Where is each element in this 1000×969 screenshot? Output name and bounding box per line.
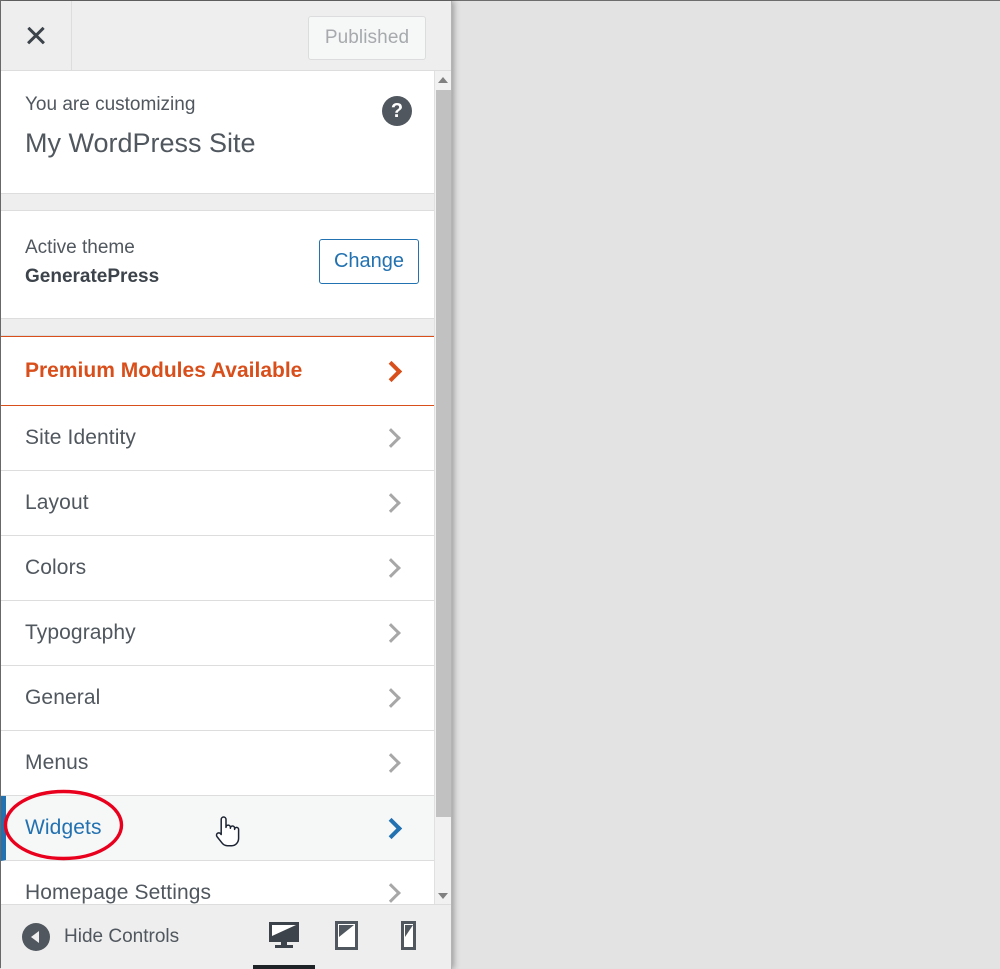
sidebar-item-general[interactable]: General bbox=[1, 666, 434, 731]
chevron-right-icon bbox=[380, 817, 402, 839]
sidebar-item-widgets[interactable]: Widgets bbox=[1, 796, 434, 861]
chevron-right-icon bbox=[380, 557, 402, 579]
mobile-icon bbox=[400, 920, 416, 950]
customizer-sections-scroll[interactable]: You are customizing My WordPress Site ? … bbox=[1, 71, 451, 904]
customizer-footer: Hide Controls bbox=[1, 904, 451, 969]
customizer-sections-list: You are customizing My WordPress Site ? … bbox=[1, 71, 434, 904]
collapse-arrow-icon bbox=[22, 923, 50, 951]
close-customizer-button[interactable] bbox=[1, 1, 72, 70]
sidebar-item-layout[interactable]: Layout bbox=[1, 471, 434, 536]
customizer-header: Published bbox=[1, 1, 451, 71]
customizing-eyebrow: You are customizing bbox=[25, 94, 196, 115]
sidebar-item-menus[interactable]: Menus bbox=[1, 731, 434, 796]
section-label: Layout bbox=[25, 491, 89, 514]
device-preview-switcher bbox=[253, 905, 439, 969]
publish-button[interactable]: Published bbox=[308, 16, 426, 60]
promo-divider-strip bbox=[1, 319, 434, 336]
device-preview-mobile[interactable] bbox=[377, 905, 439, 969]
site-preview-area[interactable] bbox=[452, 1, 1000, 968]
help-icon[interactable]: ? bbox=[382, 96, 412, 126]
close-icon bbox=[25, 25, 47, 47]
device-preview-tablet[interactable] bbox=[315, 905, 377, 969]
scroll-down-arrow-icon[interactable] bbox=[435, 887, 451, 904]
premium-modules-label: Premium Modules Available bbox=[25, 359, 303, 382]
device-preview-desktop[interactable] bbox=[253, 905, 315, 969]
sidebar-scrollbar[interactable] bbox=[434, 71, 451, 904]
scrollbar-thumb[interactable] bbox=[436, 90, 451, 817]
chevron-right-icon bbox=[380, 752, 402, 774]
chevron-right-icon bbox=[380, 427, 402, 449]
section-label: Colors bbox=[25, 556, 87, 579]
section-label: General bbox=[25, 686, 101, 709]
sidebar-item-typography[interactable]: Typography bbox=[1, 601, 434, 666]
sidebar-item-premium-modules[interactable]: Premium Modules Available bbox=[1, 336, 434, 406]
section-divider-strip bbox=[1, 194, 434, 211]
customizing-info-block: You are customizing My WordPress Site ? bbox=[1, 71, 434, 194]
chevron-right-icon bbox=[380, 687, 402, 709]
section-label: Widgets bbox=[25, 816, 102, 839]
change-theme-button[interactable]: Change bbox=[319, 239, 419, 284]
chevron-right-icon bbox=[380, 882, 402, 904]
chevron-right-icon bbox=[380, 492, 402, 514]
hide-controls-label: Hide Controls bbox=[64, 926, 180, 947]
site-title: My WordPress Site bbox=[25, 127, 256, 158]
desktop-icon bbox=[269, 922, 299, 948]
hide-controls-button[interactable]: Hide Controls bbox=[22, 905, 179, 969]
tablet-icon bbox=[334, 920, 358, 950]
chevron-right-icon bbox=[380, 622, 402, 644]
sidebar-item-site-identity[interactable]: Site Identity bbox=[1, 406, 434, 471]
customizer-screen: Published You are customizing My WordPre… bbox=[0, 0, 1000, 969]
section-label: Homepage Settings bbox=[25, 881, 212, 904]
section-label: Site Identity bbox=[25, 426, 137, 449]
sidebar-item-colors[interactable]: Colors bbox=[1, 536, 434, 601]
customizer-sidebar: Published You are customizing My WordPre… bbox=[1, 1, 451, 969]
section-label: Menus bbox=[25, 751, 89, 774]
active-theme-block: Active theme GeneratePress Change bbox=[1, 211, 434, 319]
section-label: Typography bbox=[25, 621, 136, 644]
chevron-right-icon bbox=[380, 360, 402, 382]
scroll-up-arrow-icon[interactable] bbox=[435, 71, 451, 88]
sidebar-item-homepage-settings[interactable]: Homepage Settings bbox=[1, 861, 434, 904]
